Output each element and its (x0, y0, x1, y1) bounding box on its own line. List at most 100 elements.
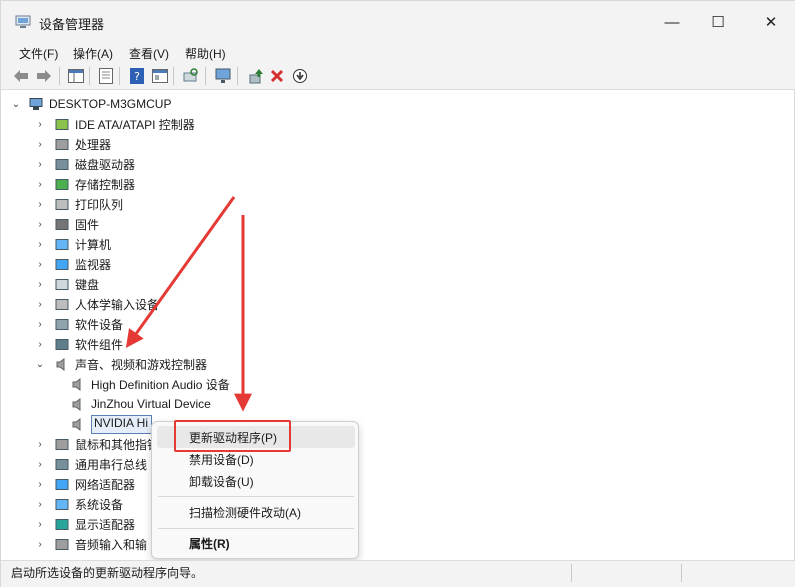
tree-root[interactable]: ⌄ DESKTOP-M3GMCUP (11, 94, 172, 114)
tree-category-label: 音频输入和输 (75, 537, 148, 552)
tree-category-label: 软件设备 (75, 317, 124, 332)
tree-category[interactable]: › 计算机 (35, 234, 111, 254)
menu-properties[interactable]: 属性(R) (157, 532, 355, 554)
chevron-down-icon[interactable]: ⌄ (35, 359, 45, 370)
tree-category[interactable]: › 监视器 (35, 254, 111, 274)
chevron-right-icon[interactable]: › (35, 259, 45, 270)
chevron-right-icon[interactable]: › (35, 339, 45, 350)
tree-category-label: IDE ATA/ATAPI 控制器 (75, 117, 195, 132)
tree-category[interactable]: ⌄ 声音、视频和游戏控制器 (35, 354, 207, 374)
chevron-down-icon[interactable]: ⌄ (11, 99, 21, 110)
tree-category-label: 声音、视频和游戏控制器 (75, 357, 208, 372)
tree-category[interactable]: › 键盘 (35, 274, 99, 294)
network-icon (55, 478, 69, 490)
monitor-icon (55, 258, 69, 270)
tree-category[interactable]: › 软件设备 (35, 314, 123, 334)
help-icon: ? (130, 68, 144, 84)
chevron-right-icon[interactable]: › (35, 159, 45, 170)
tree-category[interactable]: › 鼠标和其他指针 (35, 434, 159, 454)
tree-category[interactable]: › 人体学输入设备 (35, 294, 159, 314)
maximize-icon: ☐ (711, 14, 725, 31)
tree-category[interactable]: › 存储控制器 (35, 174, 135, 194)
chevron-right-icon[interactable]: › (35, 299, 45, 310)
tree-category[interactable]: › 显示适配器 (35, 514, 135, 534)
scan-hardware-button[interactable] (182, 67, 200, 85)
tree-category-label: 键盘 (75, 277, 100, 292)
audio-io-icon (55, 538, 69, 550)
tree-category[interactable]: › IDE ATA/ATAPI 控制器 (35, 114, 195, 134)
tree-device[interactable]: JinZhou Virtual Device (71, 394, 211, 414)
tree-category-label: 人体学输入设备 (75, 297, 160, 312)
title-bar[interactable]: 设备管理器 — ☐ ✕ (1, 1, 795, 43)
chevron-right-icon[interactable]: › (35, 279, 45, 290)
chevron-right-icon[interactable]: › (35, 439, 45, 450)
menu-file[interactable]: 文件(F) (19, 45, 58, 62)
tree-category[interactable]: › 处理器 (35, 134, 111, 154)
tree-device[interactable]: NVIDIA Hi (71, 414, 153, 434)
chevron-right-icon[interactable]: › (35, 499, 45, 510)
tree-category-label: 监视器 (75, 257, 112, 272)
close-button[interactable]: ✕ (748, 1, 794, 43)
uninstall-button[interactable] (268, 67, 286, 85)
back-icon (14, 70, 28, 82)
storage-controller-icon (55, 178, 69, 190)
chevron-right-icon[interactable]: › (35, 459, 45, 470)
chevron-right-icon[interactable]: › (35, 199, 45, 210)
ide-controller-icon (55, 118, 69, 130)
annotation-highlight-box (174, 420, 291, 452)
processor-icon (55, 138, 69, 150)
scan-hardware-icon (183, 68, 198, 82)
maximize-button[interactable]: ☐ (695, 1, 741, 43)
tree-device[interactable]: High Definition Audio 设备 (71, 374, 230, 394)
tree-category[interactable]: › 音频输入和输 (35, 534, 147, 554)
usb-icon (55, 458, 69, 470)
tree-category-label: 存储控制器 (75, 177, 136, 192)
chevron-right-icon[interactable]: › (35, 539, 45, 550)
printer-icon (55, 198, 69, 210)
help-button[interactable]: ? (128, 67, 146, 85)
hid-icon (55, 298, 69, 310)
tree-category[interactable]: › 固件 (35, 214, 99, 234)
minimize-button[interactable]: — (649, 1, 695, 43)
chevron-right-icon[interactable]: › (35, 479, 45, 490)
chevron-right-icon[interactable]: › (35, 239, 45, 250)
menu-action[interactable]: 操作(A) (73, 45, 113, 62)
tree-category[interactable]: › 磁盘驱动器 (35, 154, 135, 174)
back-button[interactable] (12, 67, 30, 85)
tree-category[interactable]: › 网络适配器 (35, 474, 135, 494)
chevron-right-icon[interactable]: › (35, 119, 45, 130)
tree-category[interactable]: › 打印队列 (35, 194, 123, 214)
update-driver-button[interactable] (247, 67, 265, 85)
speaker-icon (72, 397, 81, 411)
chevron-right-icon[interactable]: › (35, 219, 45, 230)
chevron-right-icon[interactable]: › (35, 319, 45, 330)
tree-device-label: NVIDIA Hi (91, 414, 153, 434)
menu-view[interactable]: 查看(V) (129, 45, 169, 62)
forward-button[interactable] (35, 67, 53, 85)
menu-help[interactable]: 帮助(H) (185, 45, 226, 62)
show-hide-tree-button[interactable] (67, 67, 85, 85)
show-hide-tree-icon (68, 69, 84, 83)
properties-icon (99, 68, 113, 84)
device-manager-window: 设备管理器 — ☐ ✕ 文件(F) 操作(A) 查看(V) 帮助(H) ? ⌄ … (0, 0, 795, 587)
device-tree[interactable]: ⌄ DESKTOP-M3GMCUP › IDE ATA/ATAPI 控制器 › 处理器… (9, 91, 787, 557)
chevron-right-icon[interactable]: › (35, 139, 45, 150)
svg-text:?: ? (134, 70, 140, 83)
tree-category[interactable]: › 系统设备 (35, 494, 123, 514)
speaker-icon (72, 417, 81, 431)
monitor-button[interactable] (214, 67, 232, 85)
chevron-right-icon[interactable]: › (35, 519, 45, 530)
menu-scan-hardware[interactable]: 扫描检测硬件改动(A) (157, 501, 355, 523)
view-button[interactable] (151, 67, 169, 85)
tree-category-label: 通用串行总线 (75, 457, 148, 472)
disable-button[interactable] (291, 67, 309, 85)
keyboard-icon (55, 278, 69, 290)
tree-category[interactable]: › 通用串行总线 (35, 454, 147, 474)
tree-category-label: 鼠标和其他指针 (75, 437, 160, 452)
close-icon: ✕ (764, 14, 778, 31)
menu-uninstall-device[interactable]: 卸载设备(U) (157, 470, 355, 492)
tree-category[interactable]: › 软件组件 (35, 334, 123, 354)
chevron-right-icon[interactable]: › (35, 179, 45, 190)
properties-button[interactable] (97, 67, 115, 85)
display-adapter-icon (55, 518, 69, 530)
